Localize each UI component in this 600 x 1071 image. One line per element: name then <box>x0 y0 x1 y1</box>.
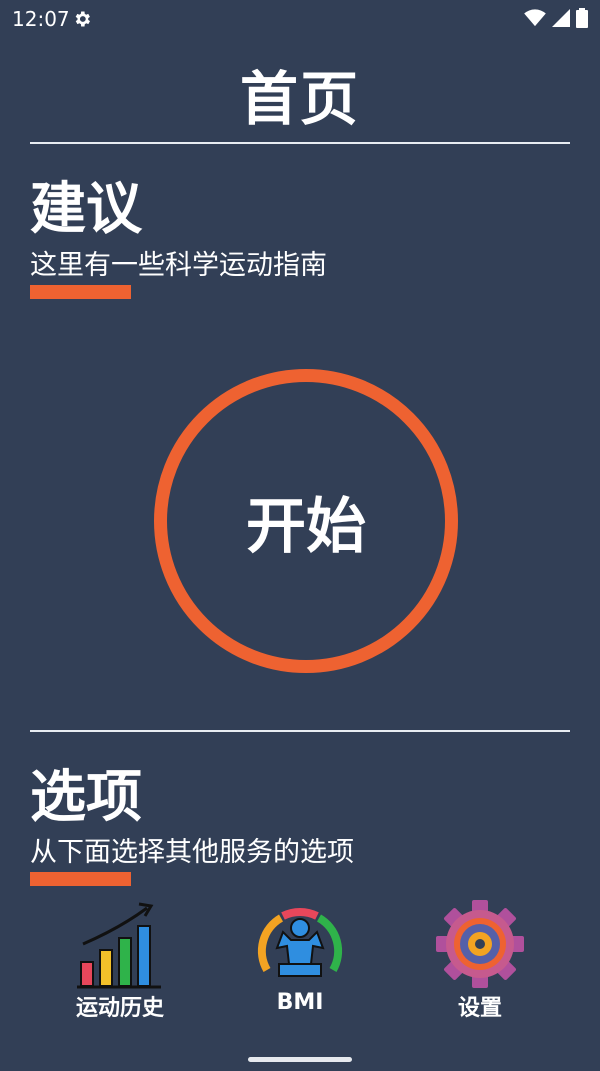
options-accent-bar <box>30 872 131 886</box>
start-button[interactable]: 开始 <box>154 369 458 673</box>
wifi-icon <box>524 9 546 31</box>
battery-icon <box>576 8 588 32</box>
section-divider <box>30 730 570 732</box>
settings-gear-icon <box>405 898 555 990</box>
settings-label: 设置 <box>457 996 502 1021</box>
signal-icon <box>552 9 570 31</box>
options-subtitle: 从下面选择其他服务的选项 <box>30 837 354 868</box>
status-bar: 12:07 <box>0 0 600 36</box>
bmi-button[interactable]: BMI <box>225 898 375 1015</box>
suggestions-subtitle: 这里有一些科学运动指南 <box>30 250 327 281</box>
header-divider <box>30 142 570 144</box>
exercise-history-button[interactable]: 运动历史 <box>45 898 195 1022</box>
bar-chart-icon <box>45 898 195 990</box>
options-title: 选项 <box>30 765 142 830</box>
settings-button[interactable]: 设置 <box>405 898 555 1022</box>
suggestions-accent-bar <box>30 285 131 299</box>
page-title: 首页 <box>239 65 360 133</box>
exercise-history-label: 运动历史 <box>75 996 164 1021</box>
suggestions-title: 建议 <box>30 177 142 242</box>
start-button-label: 开始 <box>246 491 366 562</box>
bmi-label: BMI <box>276 990 324 1015</box>
home-indicator[interactable] <box>248 1057 352 1062</box>
bmi-gauge-icon <box>225 898 375 990</box>
status-time: 12:07 <box>12 7 70 31</box>
settings-status-icon <box>72 9 92 33</box>
